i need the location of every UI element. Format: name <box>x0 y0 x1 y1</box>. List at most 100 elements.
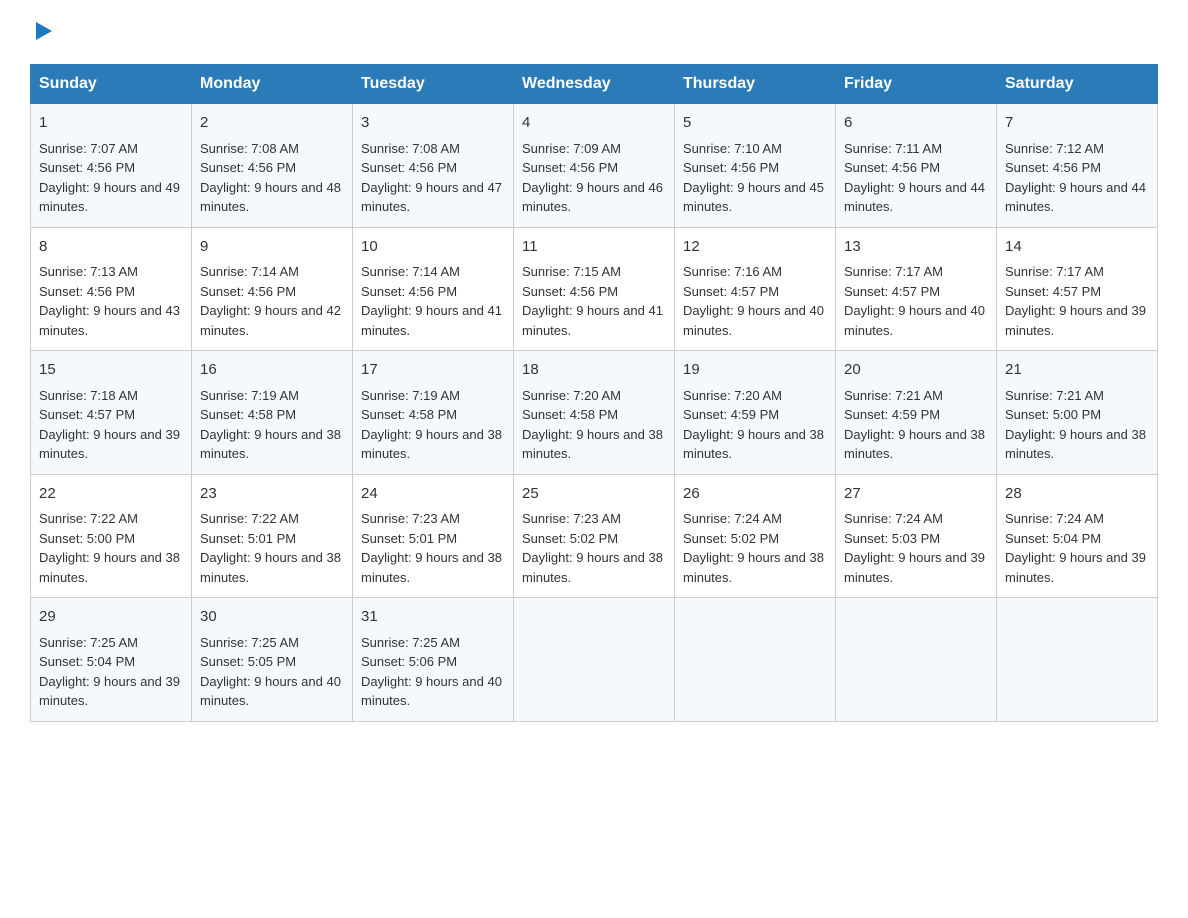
weekday-header-thursday: Thursday <box>675 65 836 104</box>
day-number: 12 <box>683 236 827 259</box>
calendar-day-cell: 22Sunrise: 7:22 AMSunset: 5:00 PMDayligh… <box>31 474 192 598</box>
day-info: Sunrise: 7:25 AMSunset: 5:06 PMDaylight:… <box>361 635 502 709</box>
day-number: 27 <box>844 483 988 506</box>
weekday-header-friday: Friday <box>836 65 997 104</box>
calendar-day-cell: 20 Sunrise: 7:21 AMSunset: 4:59 PMDayligh… <box>836 351 997 475</box>
weekday-header-wednesday: Wednesday <box>514 65 675 104</box>
day-info: Sunrise: 7:23 AMSunset: 5:02 PMDaylight:… <box>522 511 663 585</box>
day-info: Sunrise: 7:25 AMSunset: 5:05 PMDaylight:… <box>200 635 341 709</box>
day-info: Sunrise: 7:23 AMSunset: 5:01 PMDaylight:… <box>361 511 502 585</box>
weekday-header-monday: Monday <box>192 65 353 104</box>
day-info: Sunrise: 7:24 AMSunset: 5:03 PMDaylight:… <box>844 511 985 585</box>
calendar-day-cell: 21Sunrise: 7:21 AMSunset: 5:00 PMDayligh… <box>997 351 1158 475</box>
calendar-day-cell: 16Sunrise: 7:19 AMSunset: 4:58 PMDayligh… <box>192 351 353 475</box>
day-number: 5 <box>683 112 827 135</box>
day-info: Sunrise: 7:16 AMSunset: 4:57 PMDaylight:… <box>683 264 824 338</box>
calendar-week-row: 15 Sunrise: 7:18 AMSunset: 4:57 PMDayligh… <box>31 351 1158 475</box>
day-number: 2 <box>200 112 344 135</box>
day-info: Sunrise: 7:14 AMSunset: 4:56 PMDaylight:… <box>361 264 502 338</box>
day-number: 17 <box>361 359 505 382</box>
day-info: Sunrise: 7:15 AMSunset: 4:56 PMDaylight:… <box>522 264 663 338</box>
calendar-day-cell: 31 Sunrise: 7:25 AMSunset: 5:06 PMDayligh… <box>353 598 514 722</box>
day-info: Sunrise: 7:17 AMSunset: 4:57 PMDaylight:… <box>1005 264 1146 338</box>
day-number: 1 <box>39 112 183 135</box>
calendar-day-cell: 26 Sunrise: 7:24 AMSunset: 5:02 PMDayligh… <box>675 474 836 598</box>
calendar-day-cell: 17 Sunrise: 7:19 AMSunset: 4:58 PMDayligh… <box>353 351 514 475</box>
calendar-week-row: 1 Sunrise: 7:07 AMSunset: 4:56 PMDaylight… <box>31 104 1158 228</box>
calendar-day-cell: 2 Sunrise: 7:08 AMSunset: 4:56 PMDaylight… <box>192 104 353 228</box>
day-info: Sunrise: 7:11 AMSunset: 4:56 PMDaylight:… <box>844 141 985 215</box>
calendar-table: SundayMondayTuesdayWednesdayThursdayFrid… <box>30 64 1158 722</box>
day-info: Sunrise: 7:18 AMSunset: 4:57 PMDaylight:… <box>39 388 180 462</box>
day-info: Sunrise: 7:07 AMSunset: 4:56 PMDaylight:… <box>39 141 180 215</box>
calendar-day-cell: 13 Sunrise: 7:17 AMSunset: 4:57 PMDayligh… <box>836 227 997 351</box>
calendar-week-row: 29 Sunrise: 7:25 AMSunset: 5:04 PMDayligh… <box>31 598 1158 722</box>
weekday-header-tuesday: Tuesday <box>353 65 514 104</box>
day-info: Sunrise: 7:19 AMSunset: 4:58 PMDaylight:… <box>361 388 502 462</box>
day-number: 20 <box>844 359 988 382</box>
day-info: Sunrise: 7:24 AMSunset: 5:02 PMDaylight:… <box>683 511 824 585</box>
weekday-header-sunday: Sunday <box>31 65 192 104</box>
calendar-day-cell: 11 Sunrise: 7:15 AMSunset: 4:56 PMDayligh… <box>514 227 675 351</box>
day-number: 11 <box>522 236 666 259</box>
day-number: 15 <box>39 359 183 382</box>
day-number: 8 <box>39 236 183 259</box>
day-number: 7 <box>1005 112 1149 135</box>
day-info: Sunrise: 7:08 AMSunset: 4:56 PMDaylight:… <box>200 141 341 215</box>
calendar-day-cell: 18 Sunrise: 7:20 AMSunset: 4:58 PMDayligh… <box>514 351 675 475</box>
day-info: Sunrise: 7:21 AMSunset: 4:59 PMDaylight:… <box>844 388 985 462</box>
day-number: 29 <box>39 606 183 629</box>
calendar-day-cell: 28 Sunrise: 7:24 AMSunset: 5:04 PMDayligh… <box>997 474 1158 598</box>
day-number: 13 <box>844 236 988 259</box>
day-number: 10 <box>361 236 505 259</box>
day-info: Sunrise: 7:20 AMSunset: 4:58 PMDaylight:… <box>522 388 663 462</box>
day-number: 24 <box>361 483 505 506</box>
page-header <box>30 20 1158 44</box>
calendar-day-cell: 6 Sunrise: 7:11 AMSunset: 4:56 PMDaylight… <box>836 104 997 228</box>
day-number: 23 <box>200 483 344 506</box>
day-number: 16 <box>200 359 344 382</box>
day-number: 31 <box>361 606 505 629</box>
logo <box>30 20 54 44</box>
day-number: 9 <box>200 236 344 259</box>
day-number: 26 <box>683 483 827 506</box>
day-number: 25 <box>522 483 666 506</box>
day-info: Sunrise: 7:24 AMSunset: 5:04 PMDaylight:… <box>1005 511 1146 585</box>
day-number: 30 <box>200 606 344 629</box>
day-info: Sunrise: 7:14 AMSunset: 4:56 PMDaylight:… <box>200 264 341 338</box>
calendar-day-cell: 29 Sunrise: 7:25 AMSunset: 5:04 PMDayligh… <box>31 598 192 722</box>
calendar-day-cell: 24 Sunrise: 7:23 AMSunset: 5:01 PMDayligh… <box>353 474 514 598</box>
day-number: 6 <box>844 112 988 135</box>
calendar-day-cell: 15 Sunrise: 7:18 AMSunset: 4:57 PMDayligh… <box>31 351 192 475</box>
weekday-header-row: SundayMondayTuesdayWednesdayThursdayFrid… <box>31 65 1158 104</box>
day-info: Sunrise: 7:13 AMSunset: 4:56 PMDaylight:… <box>39 264 180 338</box>
calendar-day-cell: 23Sunrise: 7:22 AMSunset: 5:01 PMDayligh… <box>192 474 353 598</box>
calendar-day-cell: 25 Sunrise: 7:23 AMSunset: 5:02 PMDayligh… <box>514 474 675 598</box>
calendar-day-cell: 10 Sunrise: 7:14 AMSunset: 4:56 PMDayligh… <box>353 227 514 351</box>
day-info: Sunrise: 7:22 AMSunset: 5:00 PMDaylight:… <box>39 511 180 585</box>
day-info: Sunrise: 7:20 AMSunset: 4:59 PMDaylight:… <box>683 388 824 462</box>
calendar-day-cell: 1 Sunrise: 7:07 AMSunset: 4:56 PMDaylight… <box>31 104 192 228</box>
calendar-day-cell: 30 Sunrise: 7:25 AMSunset: 5:05 PMDayligh… <box>192 598 353 722</box>
calendar-week-row: 8 Sunrise: 7:13 AMSunset: 4:56 PMDaylight… <box>31 227 1158 351</box>
day-number: 28 <box>1005 483 1149 506</box>
calendar-day-cell: 3Sunrise: 7:08 AMSunset: 4:56 PMDaylight… <box>353 104 514 228</box>
day-info: Sunrise: 7:10 AMSunset: 4:56 PMDaylight:… <box>683 141 824 215</box>
day-info: Sunrise: 7:17 AMSunset: 4:57 PMDaylight:… <box>844 264 985 338</box>
calendar-day-cell: 4Sunrise: 7:09 AMSunset: 4:56 PMDaylight… <box>514 104 675 228</box>
calendar-day-cell: 27 Sunrise: 7:24 AMSunset: 5:03 PMDayligh… <box>836 474 997 598</box>
day-number: 18 <box>522 359 666 382</box>
calendar-day-cell: 12 Sunrise: 7:16 AMSunset: 4:57 PMDayligh… <box>675 227 836 351</box>
calendar-day-cell <box>514 598 675 722</box>
day-number: 19 <box>683 359 827 382</box>
day-number: 14 <box>1005 236 1149 259</box>
day-info: Sunrise: 7:25 AMSunset: 5:04 PMDaylight:… <box>39 635 180 709</box>
calendar-day-cell <box>675 598 836 722</box>
calendar-week-row: 22Sunrise: 7:22 AMSunset: 5:00 PMDayligh… <box>31 474 1158 598</box>
calendar-day-cell: 9 Sunrise: 7:14 AMSunset: 4:56 PMDaylight… <box>192 227 353 351</box>
calendar-day-cell: 8 Sunrise: 7:13 AMSunset: 4:56 PMDaylight… <box>31 227 192 351</box>
calendar-day-cell <box>836 598 997 722</box>
calendar-day-cell <box>997 598 1158 722</box>
calendar-day-cell: 5 Sunrise: 7:10 AMSunset: 4:56 PMDaylight… <box>675 104 836 228</box>
day-number: 21 <box>1005 359 1149 382</box>
